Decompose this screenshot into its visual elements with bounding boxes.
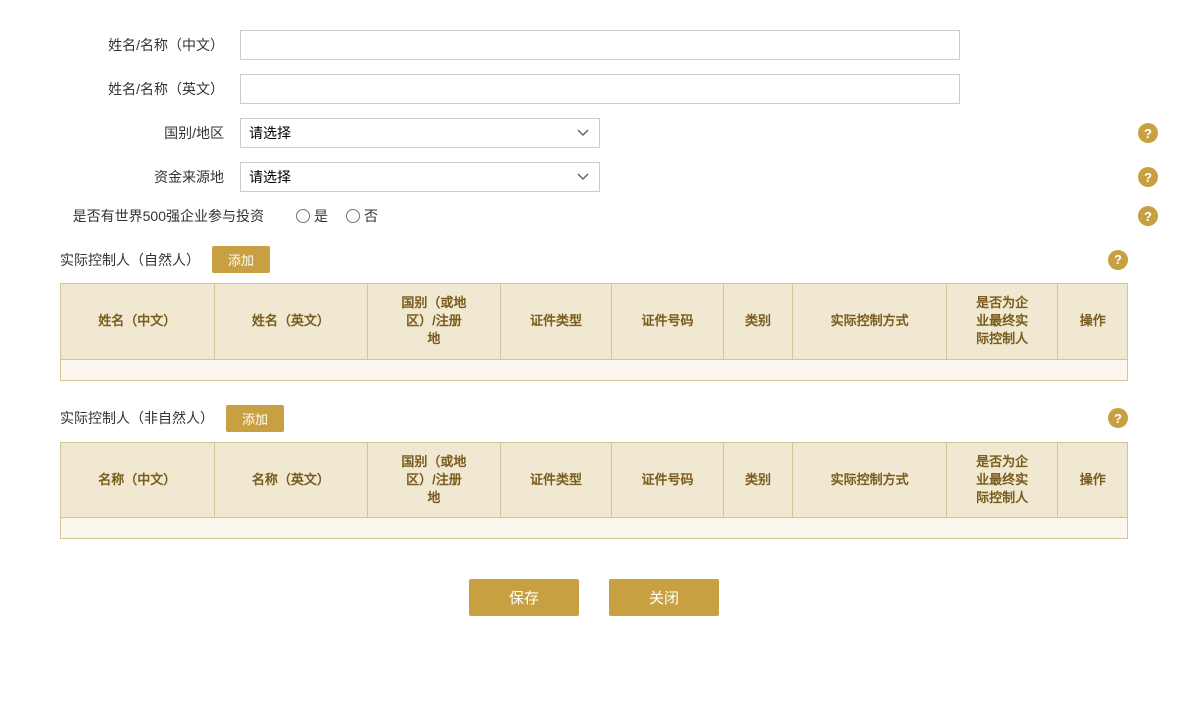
name-cn-input[interactable]	[240, 30, 960, 60]
fortune500-no-radio[interactable]	[346, 209, 360, 223]
non-natural-person-add-button[interactable]: 添加	[226, 405, 284, 432]
natural-person-help-icon[interactable]: ?	[1108, 250, 1128, 270]
country-label: 国别/地区	[60, 123, 240, 143]
main-form: 姓名/名称（中文） 姓名/名称（英文） 国别/地区 请选择 ? 资金来源地 请选…	[60, 30, 1128, 226]
nnp-col-operation: 操作	[1058, 442, 1128, 518]
fortune500-yes-option[interactable]: 是	[296, 206, 328, 226]
country-select[interactable]: 请选择	[240, 118, 600, 148]
non-natural-person-table-header-row: 名称（中文） 名称（英文） 国别（或地区）/注册地 证件类型 证件号码 类别 实…	[61, 442, 1128, 518]
natural-person-header: 实际控制人（自然人） 添加 ?	[60, 246, 1128, 273]
nnp-col-control-method: 实际控制方式	[793, 442, 947, 518]
fund-source-select[interactable]: 请选择	[240, 162, 600, 192]
natural-person-section: 实际控制人（自然人） 添加 ? 姓名（中文） 姓名（英文） 国别（或地区）/注册…	[60, 246, 1128, 381]
nnp-col-ultimate-controller: 是否为企业最终实际控制人	[946, 442, 1058, 518]
np-col-operation: 操作	[1058, 284, 1128, 360]
save-button[interactable]: 保存	[469, 579, 579, 616]
name-cn-label: 姓名/名称（中文）	[60, 35, 240, 55]
natural-person-empty-row	[61, 359, 1128, 380]
fortune500-no-option[interactable]: 否	[346, 206, 378, 226]
non-natural-person-table: 名称（中文） 名称（英文） 国别（或地区）/注册地 证件类型 证件号码 类别 实…	[60, 442, 1128, 540]
fortune500-label: 是否有世界500强企业参与投资	[60, 206, 280, 226]
fortune500-yes-label: 是	[314, 206, 328, 226]
np-col-cert-type: 证件类型	[500, 284, 612, 360]
nnp-col-name-en: 名称（英文）	[214, 442, 368, 518]
fortune500-no-label: 否	[364, 206, 378, 226]
natural-person-add-button[interactable]: 添加	[212, 246, 270, 273]
np-col-name-cn: 姓名（中文）	[61, 284, 215, 360]
close-button[interactable]: 关闭	[609, 579, 719, 616]
nnp-col-cert-no: 证件号码	[612, 442, 724, 518]
nnp-col-category: 类别	[723, 442, 793, 518]
name-cn-row: 姓名/名称（中文）	[60, 30, 1128, 60]
bottom-buttons: 保存 关闭	[60, 579, 1128, 616]
country-help-icon[interactable]: ?	[1138, 123, 1158, 143]
name-en-label: 姓名/名称（英文）	[60, 79, 240, 99]
non-natural-person-empty-row	[61, 518, 1128, 539]
fund-source-row: 资金来源地 请选择 ?	[60, 162, 1128, 192]
fund-source-help-icon[interactable]: ?	[1138, 167, 1158, 187]
nnp-col-cert-type: 证件类型	[500, 442, 612, 518]
natural-person-title: 实际控制人（自然人）	[60, 250, 200, 270]
np-col-ultimate-controller: 是否为企业最终实际控制人	[946, 284, 1058, 360]
name-en-input[interactable]	[240, 74, 960, 104]
fortune500-yes-radio[interactable]	[296, 209, 310, 223]
non-natural-person-help-icon[interactable]: ?	[1108, 408, 1128, 428]
nnp-col-country: 国别（或地区）/注册地	[368, 442, 501, 518]
non-natural-person-header: 实际控制人（非自然人） 添加 ?	[60, 405, 1128, 432]
np-col-control-method: 实际控制方式	[793, 284, 947, 360]
name-en-row: 姓名/名称（英文）	[60, 74, 1128, 104]
np-col-cert-no: 证件号码	[612, 284, 724, 360]
non-natural-person-title: 实际控制人（非自然人）	[60, 408, 214, 428]
non-natural-person-section: 实际控制人（非自然人） 添加 ? 名称（中文） 名称（英文） 国别（或地区）/注…	[60, 405, 1128, 540]
natural-person-table-header-row: 姓名（中文） 姓名（英文） 国别（或地区）/注册地 证件类型 证件号码 类别 实…	[61, 284, 1128, 360]
natural-person-table: 姓名（中文） 姓名（英文） 国别（或地区）/注册地 证件类型 证件号码 类别 实…	[60, 283, 1128, 381]
np-col-category: 类别	[723, 284, 793, 360]
country-row: 国别/地区 请选择 ?	[60, 118, 1128, 148]
fund-source-label: 资金来源地	[60, 167, 240, 187]
fortune500-row: 是否有世界500强企业参与投资 是 否 ?	[60, 206, 1128, 226]
nnp-col-name-cn: 名称（中文）	[61, 442, 215, 518]
fortune500-help-icon[interactable]: ?	[1138, 206, 1158, 226]
np-col-country: 国别（或地区）/注册地	[368, 284, 501, 360]
fortune500-radio-group: 是 否	[296, 206, 378, 226]
np-col-name-en: 姓名（英文）	[214, 284, 368, 360]
